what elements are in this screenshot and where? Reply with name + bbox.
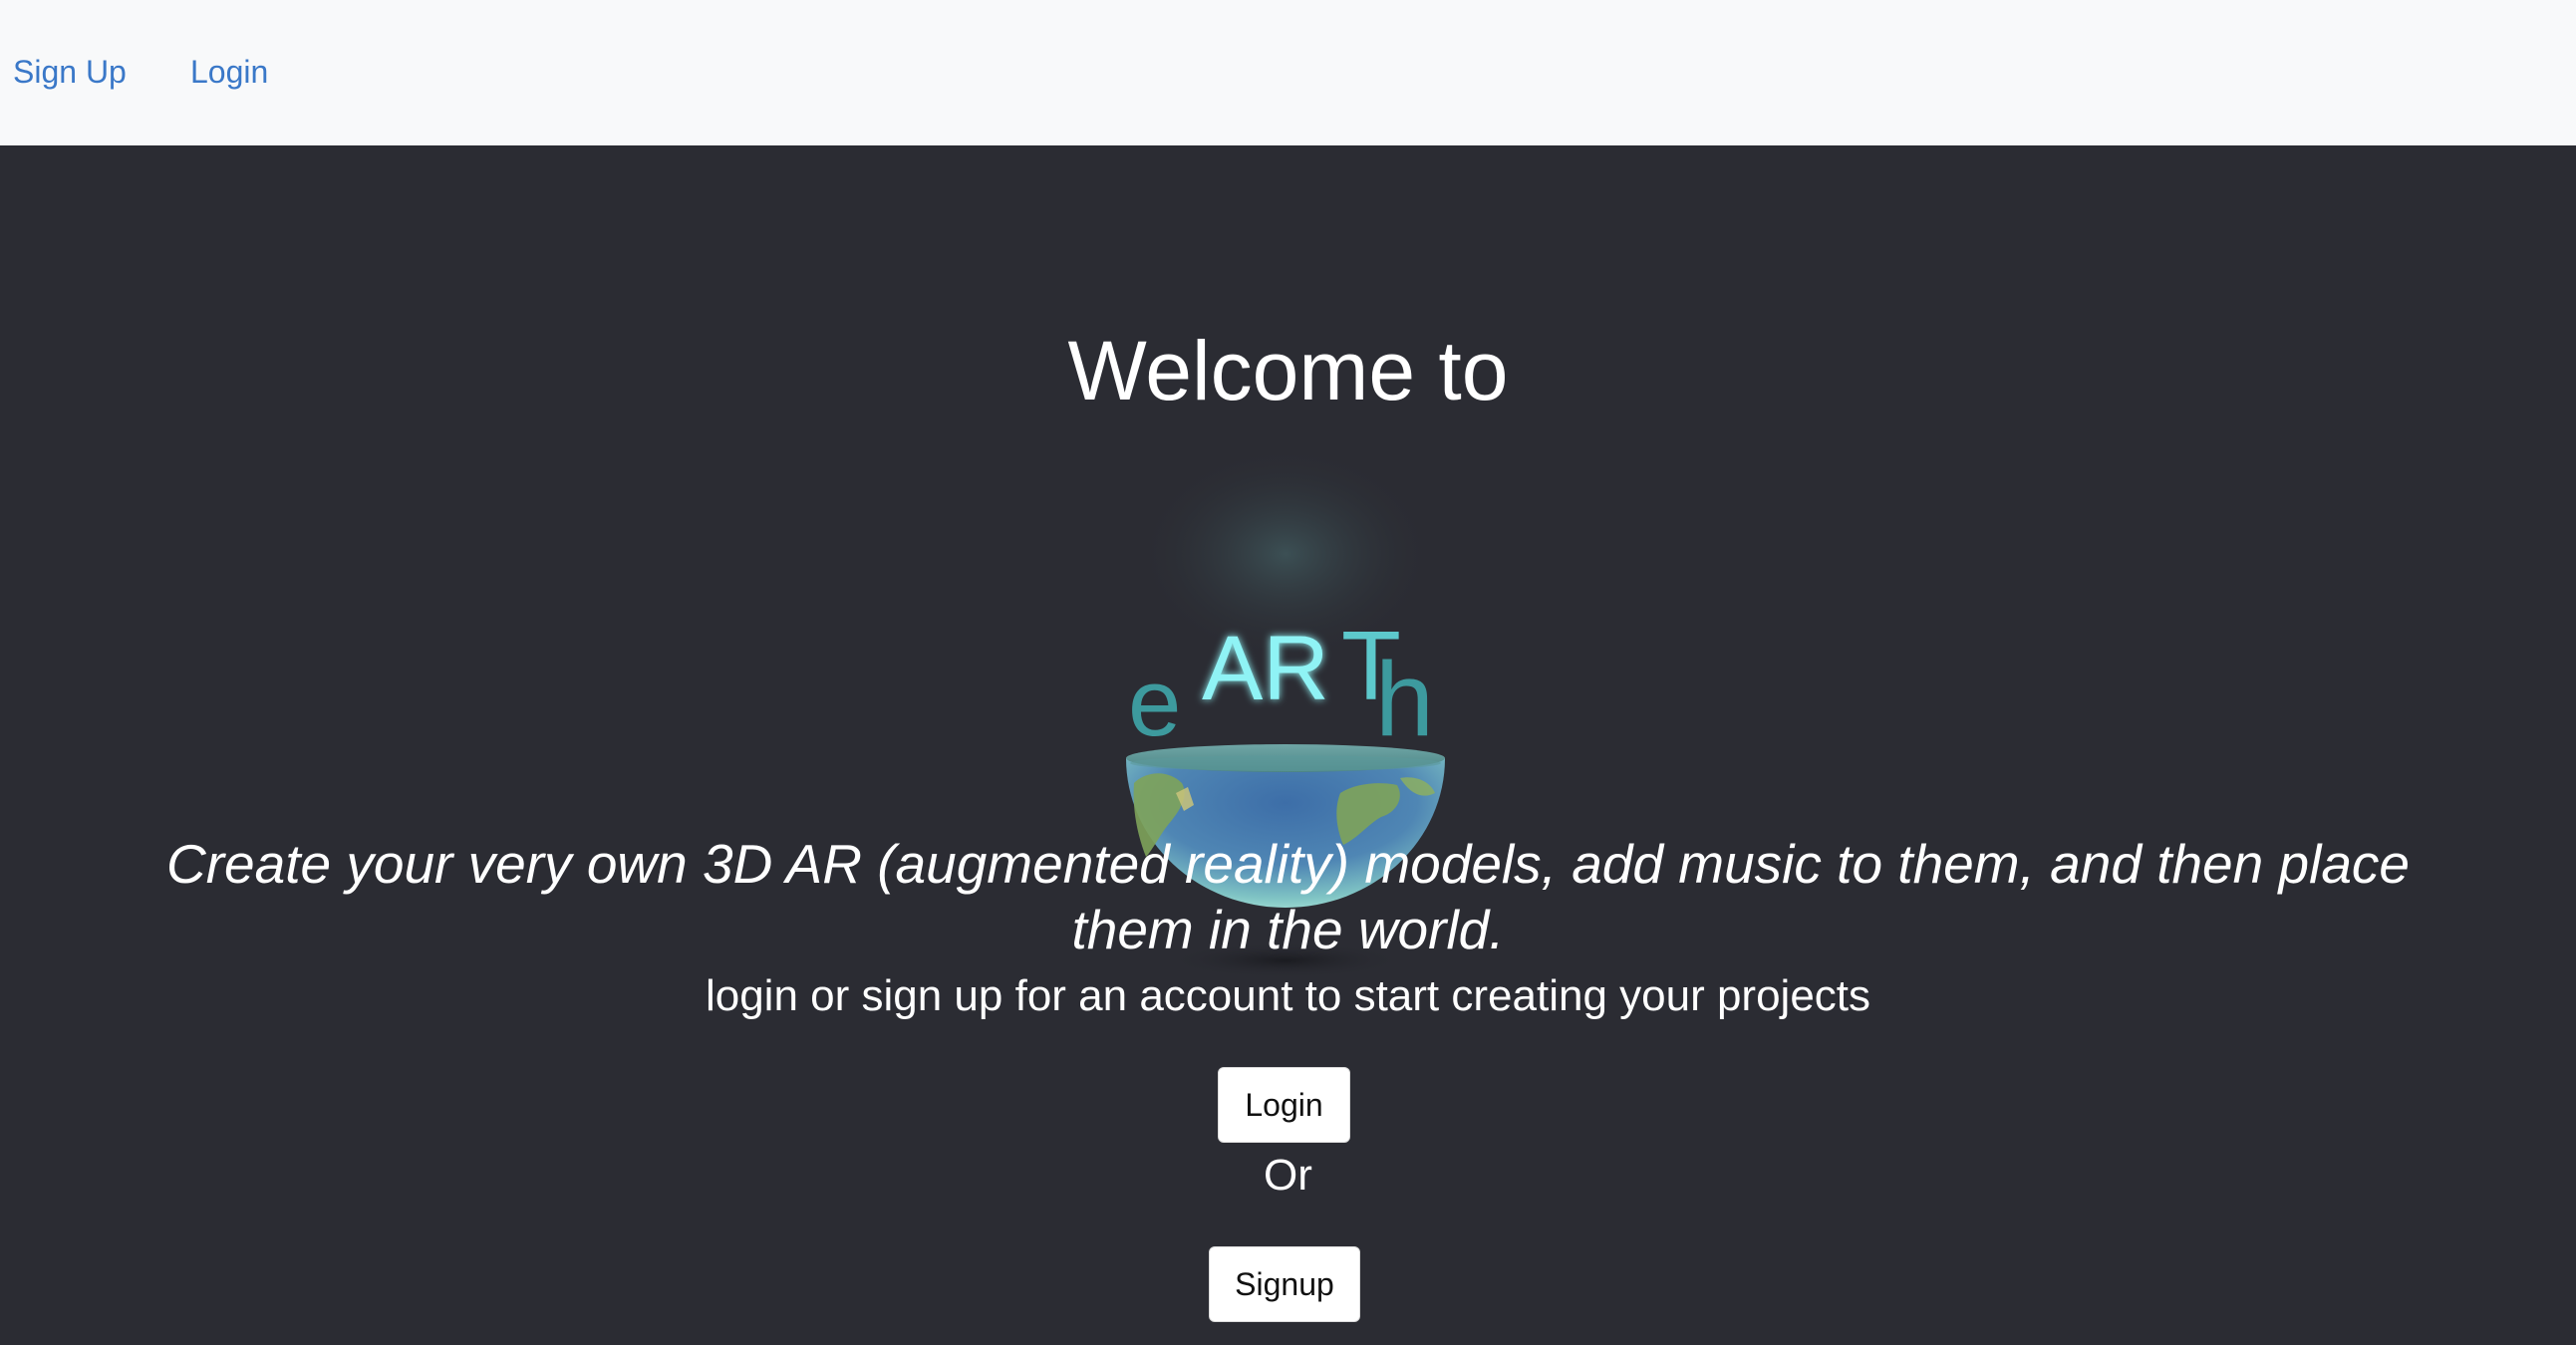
top-navbar: Sign Up Login <box>0 0 2576 145</box>
login-button[interactable]: Login <box>1218 1067 1350 1143</box>
logo-letter-h: h <box>1375 641 1434 758</box>
logo-letter-e: e <box>1128 650 1181 756</box>
signup-button[interactable]: Signup <box>1209 1246 1360 1322</box>
welcome-heading: Welcome to <box>1067 324 1509 417</box>
hero-section: Welcome to e AR T h Create your very own… <box>0 145 2576 1345</box>
nav-login-link[interactable]: Login <box>190 50 268 94</box>
logo-letters-ar: AR <box>1202 618 1329 719</box>
tagline: Create your very own 3D AR (augmented re… <box>166 833 2410 960</box>
subtitle: login or sign up for an account to start… <box>705 971 1871 1020</box>
nav-signup-link[interactable]: Sign Up <box>13 50 127 94</box>
or-separator: Or <box>1264 1151 1312 1200</box>
